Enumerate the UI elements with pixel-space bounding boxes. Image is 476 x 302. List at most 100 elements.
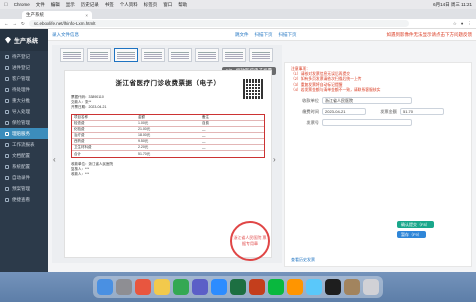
profile-icon[interactable]: ● [461, 21, 464, 27]
instructions: 注意事项： （1）请核对发票信息无误后再提交 （2）如有多页发票请依次扫描后统一… [291, 67, 381, 92]
date-input[interactable]: 2023-04-21 [322, 108, 366, 116]
menubar-item[interactable]: 历史记录 [81, 2, 99, 8]
invoice-number-input[interactable] [322, 119, 412, 127]
app-icon[interactable] [287, 279, 303, 295]
thumbnail-strip [60, 47, 280, 63]
sidebar-item[interactable]: 系统配置 [0, 161, 48, 172]
sidebar-item[interactable]: 保险管理 [0, 117, 48, 128]
close-tab-icon[interactable]: × [85, 13, 88, 18]
entry-form-panel: 注意事项： （1）请核对发票信息无误后再提交 （2）如有多页发票请依次扫描后统一… [284, 62, 472, 267]
thumbnail[interactable] [249, 48, 273, 62]
powerpoint-icon[interactable] [249, 279, 265, 295]
invoice-image: 浙江省医疗门诊收费票据（电子） 票据代码：33890110 交款人：张** 开票… [64, 70, 272, 261]
thumbnail[interactable] [222, 48, 246, 62]
sidebar-item[interactable]: 便捷查看 [0, 194, 48, 205]
thumbnail[interactable] [60, 48, 84, 62]
menu-icon [5, 120, 9, 125]
app-icon[interactable] [211, 279, 227, 295]
image-viewer: 1/3 - 缩放医疗电子发票 ‹ › 浙江省医疗门诊收费票据（电子） 票据代码：… [52, 45, 282, 263]
qr-code-icon [243, 79, 263, 99]
menu-icon [5, 164, 9, 169]
amount-input[interactable]: 51.70 [400, 108, 444, 116]
menubar-item[interactable]: 标签页 [144, 2, 158, 8]
forward-icon[interactable]: → [13, 21, 18, 26]
sidebar-item[interactable]: 重大分推 [0, 95, 48, 106]
apple-icon[interactable]:  [4, 2, 8, 8]
sidebar-item[interactable]: 工作流报表 [0, 139, 48, 150]
menu-icon [5, 186, 9, 191]
form-row: 缴费时间 2023-04-21 发票金额 51.70 [291, 108, 465, 116]
menubar-item[interactable]: 编辑 [51, 2, 60, 8]
url-input[interactable]: sc.eboxlife.net/lhinfo-Lxm.htmlt [28, 20, 409, 27]
back-icon[interactable]: ← [4, 21, 9, 26]
sidebar-item[interactable]: 待产登记 [0, 51, 48, 62]
screen:  Chrome 文件 编辑 显示 历史记录 书签 个人资料 标签页 窗口 帮助… [0, 0, 476, 302]
invoice-title: 浙江省医疗门诊收费票据（电子） [115, 80, 221, 87]
more-icon[interactable]: ⋮ [468, 21, 473, 27]
save-button[interactable]: 暂存（F9） [397, 231, 426, 238]
sidebar-item[interactable]: 预案管理 [0, 183, 48, 194]
form-row: 收款单位 浙江省人民医院 [291, 97, 465, 105]
menu-icon [5, 131, 9, 136]
feedback-hint[interactable]: 如遇到影像件无法显示请点击下方问题反馈 [387, 32, 473, 38]
thumbnail[interactable] [141, 48, 165, 62]
prev-image-icon[interactable]: ‹ [53, 155, 61, 165]
payee-input[interactable]: 浙江省人民医院 [322, 97, 412, 105]
menubar-app[interactable]: Chrome [14, 2, 30, 7]
sidebar-item-active[interactable]: 理赔服务 [0, 128, 48, 139]
page-toolbar: 录入文件信息 跳文件 扫描下页 扫描下页 如遇到影像件无法显示请点击下方问题反馈 [48, 29, 476, 41]
sidebar-item[interactable]: 进件登记 [0, 62, 48, 73]
menu-icon [5, 98, 9, 103]
page-title: 录入文件信息 [52, 31, 79, 37]
launchpad-icon[interactable] [116, 279, 132, 295]
browser-tab[interactable]: 生产系统 × [22, 11, 92, 19]
mac-menubar:  Chrome 文件 编辑 显示 历史记录 书签 个人资料 标签页 窗口 帮助… [0, 0, 476, 9]
menu-icon [5, 197, 9, 202]
menubar-item[interactable]: 显示 [66, 2, 75, 8]
excel-icon[interactable] [230, 279, 246, 295]
reload-icon[interactable]: ↻ [21, 21, 25, 27]
chrome-icon[interactable] [173, 279, 189, 295]
address-bar: ← → ↻ sc.eboxlife.net/lhinfo-Lxm.htmlt ☆… [0, 19, 476, 29]
menu-icon [5, 142, 9, 147]
official-stamp: 浙江省人民医院 票据专用章 [230, 221, 270, 261]
menu-icon [5, 153, 9, 158]
history-link[interactable]: 查看历史发票 [291, 257, 315, 263]
app-icon[interactable] [154, 279, 170, 295]
next-image-icon[interactable]: › [273, 155, 281, 165]
thumbnail[interactable] [195, 48, 219, 62]
sidebar-item[interactable]: 文档配置 [0, 150, 48, 161]
terminal-icon[interactable] [325, 279, 341, 295]
menu-icon [5, 175, 9, 180]
invoice-meta: 票据代码：33890110 交款人：张** 开票日期：2023-04-21 [71, 95, 107, 109]
confirm-button[interactable]: 确认提交（F8） [397, 221, 434, 228]
menubar-item[interactable]: 书签 [105, 2, 114, 8]
thumbnail[interactable] [168, 48, 192, 62]
menubar-item[interactable]: 窗口 [163, 2, 172, 8]
sidebar-brand: 生产系统 [0, 29, 48, 51]
menubar-item[interactable]: 文件 [36, 2, 45, 8]
mac-dock [0, 272, 476, 302]
menubar-item[interactable]: 个人资料 [120, 2, 138, 8]
invoice-footer: 收款单位：浙江省人民医院 复核人：*** 收款人：*** [71, 162, 113, 176]
finder-icon[interactable] [97, 279, 113, 295]
app-icon[interactable] [306, 279, 322, 295]
toolbar-action[interactable]: 扫描下页 [279, 32, 297, 38]
app-icon[interactable] [192, 279, 208, 295]
sidebar-item[interactable]: 待处理件 [0, 84, 48, 95]
app-icon[interactable] [135, 279, 151, 295]
bookmark-icon[interactable]: ☆ [453, 21, 457, 27]
thumbnail-selected[interactable] [114, 48, 138, 62]
wechat-icon[interactable] [268, 279, 284, 295]
sidebar-item[interactable]: 自动录件 [0, 172, 48, 183]
thumbnail[interactable] [87, 48, 111, 62]
toolbar-action[interactable]: 跳文件 [235, 32, 249, 38]
trash-icon[interactable] [363, 279, 379, 295]
sidebar: 生产系统 待产登记 进件登记 客户管理 待处理件 重大分推 导入处理 保险管理 … [0, 29, 48, 272]
menubar-clock: 6月14日 周三 11:21 [433, 1, 472, 7]
toolbar-action[interactable]: 扫描下页 [255, 32, 273, 38]
app-icon[interactable] [344, 279, 360, 295]
menubar-item[interactable]: 帮助 [178, 2, 187, 8]
sidebar-item[interactable]: 客户管理 [0, 73, 48, 84]
sidebar-item[interactable]: 导入处理 [0, 106, 48, 117]
